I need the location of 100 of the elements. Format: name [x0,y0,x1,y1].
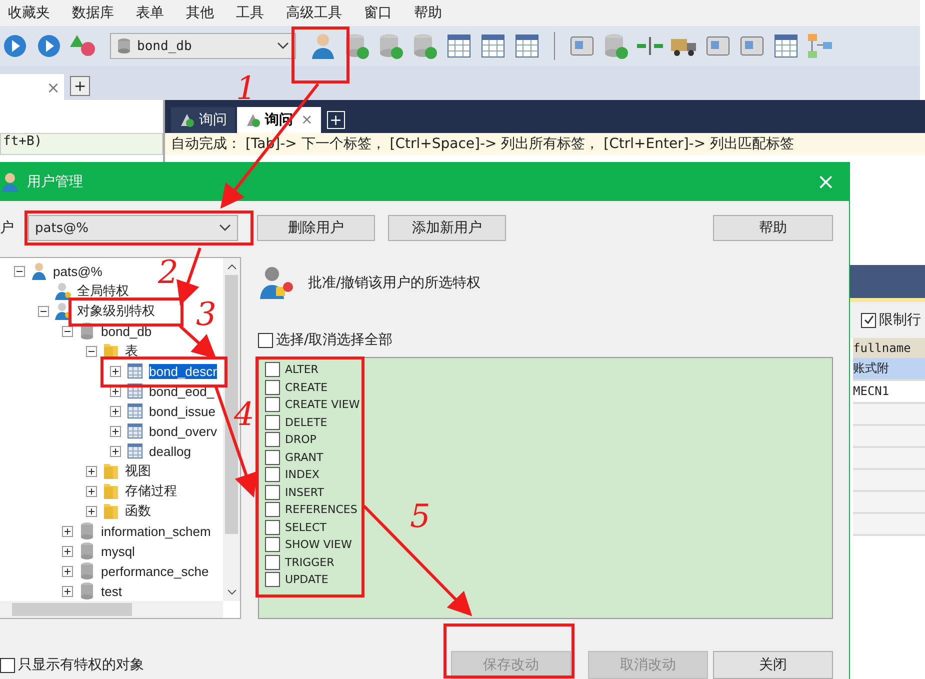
new-tab-button[interactable]: + [70,76,90,96]
checkbox[interactable] [265,397,280,412]
collapse-toggle[interactable] [86,346,97,356]
chevron-down-icon [277,42,289,50]
collapse-toggle[interactable] [62,326,73,336]
checkbox[interactable] [265,572,280,588]
user-label: 户 [0,219,14,237]
checkbox-label: INDEX [285,468,320,482]
table-icon [126,403,144,419]
checkbox-label: 限制行 [879,311,921,329]
menu-item[interactable]: 收藏夹 [8,4,50,22]
checkbox[interactable] [265,537,280,552]
tree-item[interactable]: 表 [125,342,138,360]
query-icon [245,112,261,128]
shortcut-field[interactable]: ft+B) [0,133,163,155]
tree-item[interactable]: bond_db [101,324,152,338]
expand-toggle[interactable] [62,526,73,536]
expand-toggle[interactable] [62,586,73,596]
close-tab-button[interactable]: × [46,78,60,96]
tree-item[interactable]: mysql [101,544,135,558]
checkbox[interactable] [265,380,280,395]
checkbox[interactable] [265,432,280,448]
checkbox-label: GRANT [285,450,324,464]
folder-icon [102,482,120,500]
expand-toggle[interactable] [110,426,121,436]
annotation-box [292,26,350,84]
checkbox-label: CREATE VIEW [285,398,360,412]
menu-item[interactable]: 窗口 [364,4,392,22]
menu-item[interactable]: 高级工具 [286,4,342,22]
tree-item[interactable]: 视图 [125,462,151,480]
expand-toggle[interactable] [110,446,121,456]
new-tab-button[interactable]: + [326,111,345,129]
collapse-toggle[interactable] [14,266,25,276]
menu-item[interactable]: 数据库 [72,4,114,22]
add-user-button[interactable]: 添加新用户 [388,215,506,241]
expand-toggle[interactable] [62,566,73,576]
menu-item[interactable]: 帮助 [414,4,442,22]
checkbox-label: CREATE [285,380,328,394]
expand-toggle[interactable] [110,366,121,376]
checkbox[interactable] [265,450,280,465]
table-icon [126,423,144,439]
checkbox[interactable] [258,332,273,348]
folder-icon [102,462,120,480]
expand-toggle[interactable] [86,466,97,476]
tree-item[interactable]: performance_sche [101,564,209,578]
checkbox-label: DELETE [285,416,328,429]
checkbox[interactable] [265,467,280,482]
checkbox[interactable] [265,484,280,500]
user-icon [30,262,48,280]
limit-rows-checkbox[interactable] [861,312,876,328]
tree-item[interactable]: information_schem [101,524,211,538]
expand-toggle[interactable] [62,546,73,556]
chevron-down-icon [219,224,231,232]
collapse-toggle[interactable] [38,306,49,316]
table-icon [126,443,144,459]
tree-item[interactable]: test [101,584,122,598]
column-header: fullname [853,338,925,358]
menu-item[interactable]: 表单 [136,4,164,22]
tree-item[interactable]: 对象级别特权 [77,302,155,320]
checkbox-label: UPDATE [285,573,328,586]
checkbox[interactable] [265,362,280,378]
privileges-heading: 批准/撤销该用户的所选特权 [308,274,481,292]
menu-item[interactable]: 工具 [236,4,264,22]
tree-item[interactable]: bond_overv [149,424,217,438]
folder-icon [102,502,120,520]
tree-item[interactable]: bond_descr [149,364,217,378]
step-number: 2 [158,256,178,288]
delete-user-button[interactable]: 删除用户 [257,215,375,241]
checkbox[interactable] [0,658,15,672]
checkbox[interactable] [265,414,280,430]
checkbox-label: REFERENCES [285,503,358,516]
menu-item[interactable]: 其他 [186,4,214,22]
tree-item[interactable]: deallog [149,444,191,458]
checkbox[interactable] [265,520,280,535]
database-dropdown[interactable]: bond_db [110,33,296,59]
help-button[interactable]: 帮助 [713,215,833,241]
expand-toggle[interactable] [110,406,121,416]
database-icon [117,38,131,54]
close-button[interactable]: 关闭 [713,651,833,679]
tree-item[interactable]: 函数 [125,502,151,520]
checkbox-label: SHOW VIEW [285,538,352,552]
checkbox-label: INSERT [285,486,324,499]
step-number: 3 [196,298,216,330]
tree-item[interactable]: pats@% [53,264,102,278]
user-key-icon [54,282,72,300]
user-dropdown[interactable]: pats@% [28,215,238,241]
tree-item[interactable]: bond_issue [149,404,216,418]
query-icon [179,112,195,128]
tree-item[interactable]: 全局特权 [77,282,129,300]
tree-item[interactable]: 存储过程 [125,482,177,500]
checkbox[interactable] [265,554,280,570]
tree-item[interactable]: bond_eod_ [149,384,214,398]
step-number: 4 [234,398,254,430]
horizontal-scrollbar[interactable] [0,601,223,618]
checkbox[interactable] [265,502,280,518]
table-icon [126,363,144,379]
expand-toggle[interactable] [86,506,97,516]
checkbox-label: 选择/取消选择全部 [276,331,393,349]
query-tab[interactable]: 询问 [171,107,235,133]
expand-toggle[interactable] [86,486,97,496]
